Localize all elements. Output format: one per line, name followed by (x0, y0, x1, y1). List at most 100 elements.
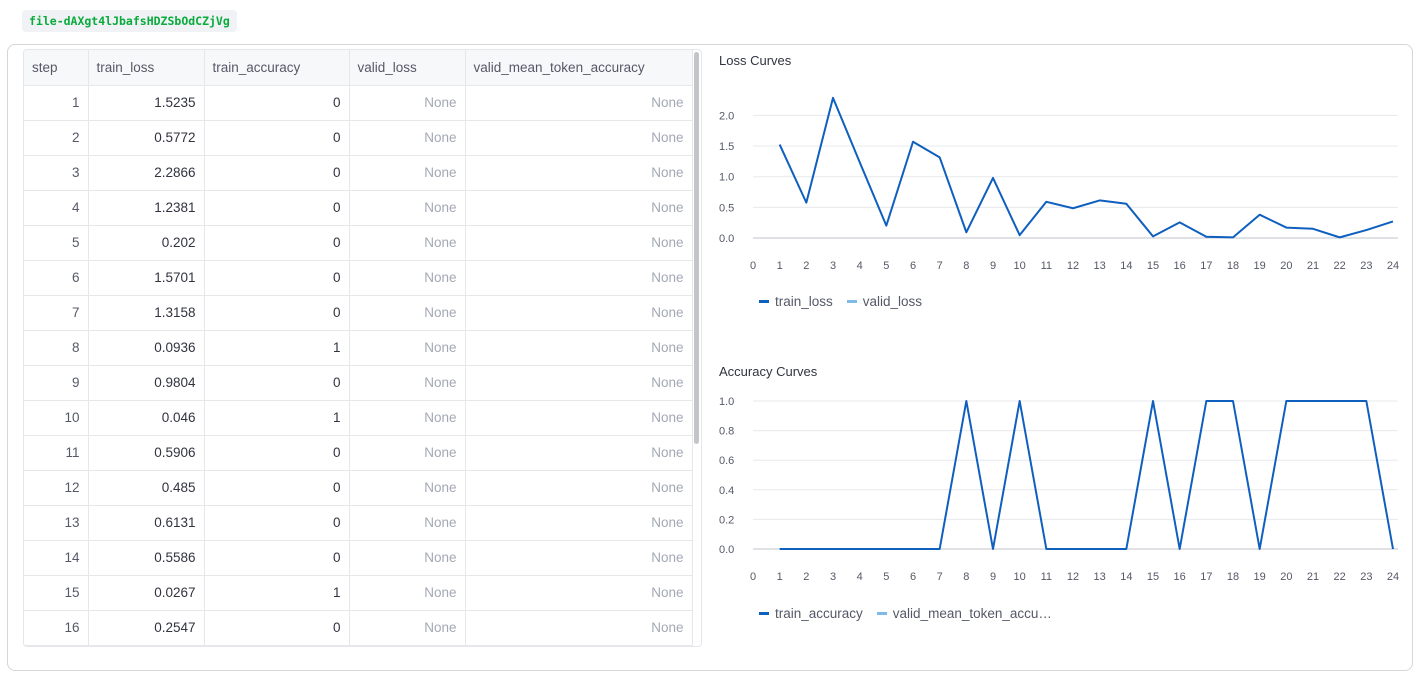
table-row[interactable]: 9 0.9804 0 None None (24, 365, 693, 401)
cell-train-loss: 0.0267 (88, 575, 205, 611)
table-row[interactable]: 3 2.2866 0 None None (24, 155, 693, 191)
y-tick-label: 0.0 (719, 544, 734, 556)
cell-step: 10 (24, 400, 89, 436)
table-row[interactable]: 6 1.5701 0 None None (24, 260, 693, 296)
cell-valid-loss: None (349, 225, 466, 261)
legend-item[interactable]: valid_loss (846, 294, 923, 309)
y-tick-label: 0.0 (719, 233, 734, 245)
cell-valid-mean-token-accuracy: None (465, 540, 693, 576)
loss-chart: 0.00.51.01.52.00 1 2 3 4 5 6 7 8 9 10 11 12 13 14 15 16 1… (719, 96, 1399, 272)
table-row[interactable]: 14 0.5586 0 None None (24, 540, 693, 576)
cell-valid-loss: None (349, 295, 466, 331)
x-tick-label: 7 (937, 260, 943, 272)
x-tick-label: 9 (990, 260, 996, 272)
x-tick-label: 13 (1094, 571, 1106, 583)
cell-step: 1 (24, 85, 89, 121)
cell-valid-mean-token-accuracy: None (465, 610, 693, 646)
y-tick-label: 1.0 (719, 396, 734, 408)
cell-train-loss: 0.5586 (88, 540, 205, 576)
x-tick-label: 3 (830, 571, 836, 583)
x-tick-label: 10 (1014, 571, 1026, 583)
cell-train-accuracy: 0 (204, 540, 350, 576)
x-tick-label: 0 (750, 571, 756, 583)
x-tick-label: 14 (1120, 571, 1132, 583)
x-tick-label: 12 (1067, 571, 1079, 583)
x-tick-label: 15 (1147, 260, 1159, 272)
table-row[interactable]: 8 0.0936 1 None None (24, 330, 693, 366)
table-row[interactable]: 5 0.202 0 None None (24, 225, 693, 261)
cell-step: 4 (24, 190, 89, 226)
series-line-train_accuracy (779, 400, 1394, 550)
y-tick-label: 1.0 (719, 172, 734, 184)
cell-step: 8 (24, 330, 89, 366)
series-line-train_loss (778, 96, 1394, 239)
cell-valid-mean-token-accuracy: None (465, 505, 693, 541)
cell-valid-mean-token-accuracy: None (465, 365, 693, 401)
cell-valid-loss: None (349, 85, 466, 121)
table-row[interactable]: 16 0.2547 0 None None (24, 610, 693, 646)
column-header-valid-loss[interactable]: valid_loss (349, 50, 466, 86)
x-tick-label: 2 (803, 260, 809, 272)
table-row[interactable]: 11 0.5906 0 None None (24, 435, 693, 471)
x-tick-label: 6 (910, 571, 916, 583)
cell-valid-loss: None (349, 610, 466, 646)
x-tick-label: 1 (777, 571, 783, 583)
table-row[interactable]: 2 0.5772 0 None None (24, 120, 693, 156)
x-tick-label: 16 (1174, 260, 1186, 272)
cell-valid-loss: None (349, 400, 466, 436)
x-tick-label: 22 (1334, 571, 1346, 583)
cell-valid-mean-token-accuracy: None (465, 575, 693, 611)
cell-train-accuracy: 1 (204, 575, 350, 611)
cell-valid-mean-token-accuracy: None (465, 120, 693, 156)
column-header-valid-mean-token-accuracy[interactable]: valid_mean_token_accuracy (465, 50, 693, 86)
cell-valid-mean-token-accuracy: None (465, 225, 693, 261)
cell-train-loss: 1.2381 (88, 190, 205, 226)
x-tick-label: 2 (803, 571, 809, 583)
cell-valid-loss: None (349, 260, 466, 296)
column-header-train-loss[interactable]: train_loss (88, 50, 205, 86)
cell-valid-loss: None (349, 120, 466, 156)
cell-valid-mean-token-accuracy: None (465, 295, 693, 331)
cell-valid-loss: None (349, 540, 466, 576)
cell-train-accuracy: 0 (204, 435, 350, 471)
cell-step: 13 (24, 505, 89, 541)
cell-train-loss: 0.485 (88, 470, 205, 506)
cell-step: 16 (24, 610, 89, 646)
y-tick-label: 0.4 (719, 485, 734, 497)
table-row[interactable]: 10 0.046 1 None None (24, 400, 693, 436)
table-scrollbar[interactable] (694, 52, 699, 444)
cell-step: 5 (24, 225, 89, 261)
loss-chart-legend: train_loss valid_loss (759, 294, 936, 309)
legend-item[interactable]: train_loss (759, 294, 833, 309)
legend-label: train_loss (775, 294, 833, 309)
table-row[interactable]: 7 1.3158 0 None None (24, 295, 693, 331)
legend-label: valid_loss (862, 294, 923, 309)
table-row[interactable]: 1 1.5235 0 None None (24, 85, 693, 121)
cell-train-accuracy: 0 (204, 155, 350, 191)
legend-item[interactable]: train_accuracy (759, 606, 863, 621)
cell-valid-loss: None (349, 155, 466, 191)
column-header-train-accuracy[interactable]: train_accuracy (204, 50, 350, 86)
table-row[interactable]: 4 1.2381 0 None None (24, 190, 693, 226)
legend-item[interactable]: valid_mean_token_accu… (876, 606, 1052, 621)
x-tick-label: 20 (1280, 571, 1292, 583)
x-tick-label: 12 (1067, 260, 1079, 272)
cell-valid-loss: None (349, 190, 466, 226)
x-tick-label: 19 (1254, 571, 1266, 583)
cell-train-loss: 0.6131 (88, 505, 205, 541)
cell-train-accuracy: 0 (204, 295, 350, 331)
table-row[interactable]: 13 0.6131 0 None None (24, 505, 693, 541)
column-header-step[interactable]: step (24, 50, 89, 86)
x-tick-label: 21 (1307, 571, 1319, 583)
table-row[interactable]: 15 0.0267 1 None None (24, 575, 693, 611)
cell-step: 15 (24, 575, 89, 611)
accuracy-chart: 0.00.20.40.60.81.00 1 2 3 4 5 6 7 8 9 10 11 12 13 14 15… (719, 396, 1399, 583)
table-row[interactable]: 12 0.485 0 None None (24, 470, 693, 506)
x-tick-label: 0 (750, 260, 756, 272)
x-tick-label: 16 (1174, 571, 1186, 583)
cell-valid-loss: None (349, 575, 466, 611)
cell-train-accuracy: 0 (204, 260, 350, 296)
accuracy-chart-legend: train_accuracy valid_mean_token_accu… (759, 606, 1066, 621)
cell-step: 9 (24, 365, 89, 401)
metrics-table[interactable]: step train_loss train_accuracy valid_loss va… (23, 49, 702, 647)
